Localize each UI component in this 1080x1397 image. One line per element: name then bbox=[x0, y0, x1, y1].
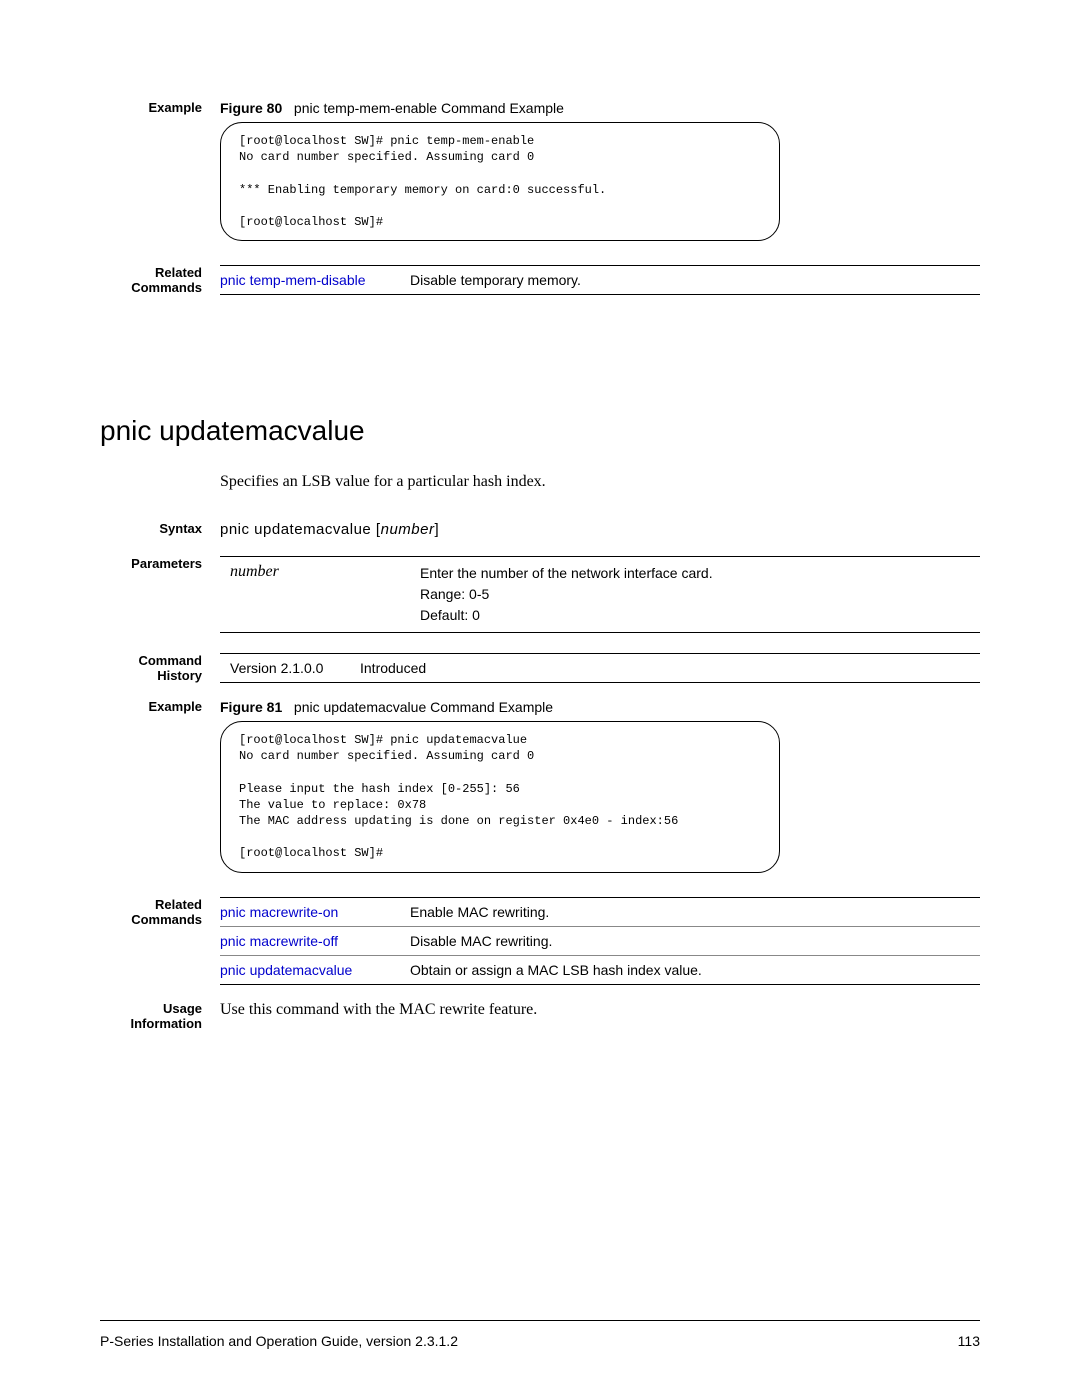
divider bbox=[220, 294, 980, 295]
param-desc-line3: Default: 0 bbox=[420, 605, 970, 626]
parameter-name: number bbox=[230, 563, 420, 626]
usage-text: Use this command with the MAC rewrite fe… bbox=[220, 1001, 980, 1019]
related-command-row: pnic macrewrite-off Disable MAC rewritin… bbox=[220, 927, 980, 955]
syntax-content: pnic updatemacvalue [number] bbox=[220, 521, 980, 538]
history-entry: Version 2.1.0.0 Introduced bbox=[220, 654, 980, 682]
parameters-row: Parameters number Enter the number of th… bbox=[100, 556, 980, 633]
param-desc-line2: Range: 0-5 bbox=[420, 584, 970, 605]
page-footer: P-Series Installation and Operation Guid… bbox=[100, 1320, 980, 1349]
history-version: Version 2.1.0.0 bbox=[230, 660, 360, 676]
footer-title: P-Series Installation and Operation Guid… bbox=[100, 1333, 458, 1349]
label-related-l1: Related bbox=[100, 265, 202, 280]
param-desc-line1: Enter the number of the network interfac… bbox=[420, 563, 970, 584]
sec1-example-row: Example Figure 80 pnic temp-mem-enable C… bbox=[100, 100, 980, 241]
related-command-link[interactable]: pnic updatemacvalue bbox=[220, 962, 410, 978]
terminal-output-80: [root@localhost SW]# pnic temp-mem-enabl… bbox=[220, 122, 780, 241]
label-related-commands: Related Commands bbox=[100, 897, 220, 927]
sec1-example-content: Figure 80 pnic temp-mem-enable Command E… bbox=[220, 100, 980, 241]
label-syntax: Syntax bbox=[100, 521, 220, 536]
label-parameters: Parameters bbox=[100, 556, 220, 571]
page-body: Example Figure 80 pnic temp-mem-enable C… bbox=[0, 0, 1080, 1320]
parameter-description: Enter the number of the network interfac… bbox=[420, 563, 970, 626]
sec1-related-content: pnic temp-mem-disable Disable temporary … bbox=[220, 265, 980, 295]
related-command-desc: Enable MAC rewriting. bbox=[410, 904, 980, 920]
sec1-related-row: Related Commands pnic temp-mem-disable D… bbox=[100, 265, 980, 295]
footer-page-number: 113 bbox=[958, 1333, 980, 1349]
history-content: Version 2.1.0.0 Introduced bbox=[220, 653, 980, 683]
section-intro: Specifies an LSB value for a particular … bbox=[220, 473, 980, 491]
divider bbox=[220, 632, 980, 633]
related-command-link[interactable]: pnic temp-mem-disable bbox=[220, 272, 410, 288]
label-related-l2: Commands bbox=[100, 280, 202, 295]
usage-row: Usage Information Use this command with … bbox=[100, 1001, 980, 1031]
label-usage-l1: Usage bbox=[100, 1001, 202, 1016]
related-command-row: pnic temp-mem-disable Disable temporary … bbox=[220, 266, 980, 294]
figure-80-prefix: Figure 80 bbox=[220, 100, 282, 116]
label-related-commands: Related Commands bbox=[100, 265, 220, 295]
related-command-row: pnic macrewrite-on Enable MAC rewriting. bbox=[220, 898, 980, 926]
label-example: Example bbox=[100, 100, 220, 115]
label-history-l1: Command bbox=[100, 653, 202, 668]
section-heading: pnic updatemacvalue bbox=[100, 415, 980, 447]
related-command-row: pnic updatemacvalue Obtain or assign a M… bbox=[220, 956, 980, 984]
sec2-example-content: Figure 81 pnic updatemacvalue Command Ex… bbox=[220, 699, 980, 873]
sec2-example-row: Example Figure 81 pnic updatemacvalue Co… bbox=[100, 699, 980, 873]
label-related-l1: Related bbox=[100, 897, 202, 912]
figure-80-caption: Figure 80 pnic temp-mem-enable Command E… bbox=[220, 100, 980, 116]
syntax-row: Syntax pnic updatemacvalue [number] bbox=[100, 521, 980, 538]
history-note: Introduced bbox=[360, 660, 426, 676]
related-command-desc: Obtain or assign a MAC LSB hash index va… bbox=[410, 962, 980, 978]
figure-81-prefix: Figure 81 bbox=[220, 699, 282, 715]
syntax-argument: number bbox=[381, 521, 435, 538]
syntax-command: pnic updatemacvalue bbox=[220, 521, 371, 538]
related-command-desc: Disable MAC rewriting. bbox=[410, 933, 980, 949]
sec2-related-row: Related Commands pnic macrewrite-on Enab… bbox=[100, 897, 980, 985]
related-command-link[interactable]: pnic macrewrite-off bbox=[220, 933, 410, 949]
label-example: Example bbox=[100, 699, 220, 714]
figure-80-text: pnic temp-mem-enable Command Example bbox=[294, 100, 564, 116]
figure-81-text: pnic updatemacvalue Command Example bbox=[294, 699, 553, 715]
divider bbox=[220, 984, 980, 985]
label-usage-information: Usage Information bbox=[100, 1001, 220, 1031]
label-command-history: Command History bbox=[100, 653, 220, 683]
sec2-related-content: pnic macrewrite-on Enable MAC rewriting.… bbox=[220, 897, 980, 985]
parameters-content: number Enter the number of the network i… bbox=[220, 556, 980, 633]
history-row: Command History Version 2.1.0.0 Introduc… bbox=[100, 653, 980, 683]
label-usage-l2: Information bbox=[100, 1016, 202, 1031]
label-related-l2: Commands bbox=[100, 912, 202, 927]
divider bbox=[220, 682, 980, 683]
figure-81-caption: Figure 81 pnic updatemacvalue Command Ex… bbox=[220, 699, 980, 715]
related-command-desc: Disable temporary memory. bbox=[410, 272, 980, 288]
terminal-output-81: [root@localhost SW]# pnic updatemacvalue… bbox=[220, 721, 780, 873]
related-command-link[interactable]: pnic macrewrite-on bbox=[220, 904, 410, 920]
label-history-l2: History bbox=[100, 668, 202, 683]
parameter-row: number Enter the number of the network i… bbox=[220, 557, 980, 632]
